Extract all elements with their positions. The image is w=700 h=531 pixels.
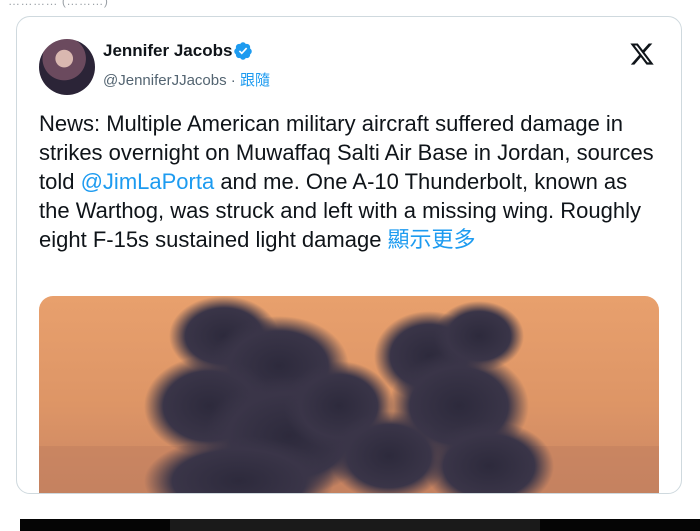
x-logo-icon[interactable] [629,41,655,67]
bottom-bar-segment [170,519,540,531]
tweet-card[interactable]: Jennifer Jacobs @JenniferJJacobs · 跟隨 Ne… [16,16,682,494]
author-handle[interactable]: @JenniferJJacobs [103,72,227,89]
avatar[interactable] [39,39,95,95]
browser-caption: ………… (………) [8,0,109,8]
bottom-video-bar [20,519,700,531]
follow-button[interactable]: 跟隨 [240,72,270,89]
tweet-text: News: Multiple American military aircraf… [39,109,663,254]
tweet-media-image[interactable] [39,296,659,493]
separator-dot: · [226,72,240,89]
mention-link[interactable]: @JimLaPorta [81,169,215,194]
show-more-link[interactable]: 顯示更多 [388,227,476,252]
verified-badge-icon [234,42,252,60]
author-name[interactable]: Jennifer Jacobs [103,41,232,61]
handle-row: @JenniferJJacobs · 跟隨 [103,69,270,90]
smoke-photo [39,296,659,493]
